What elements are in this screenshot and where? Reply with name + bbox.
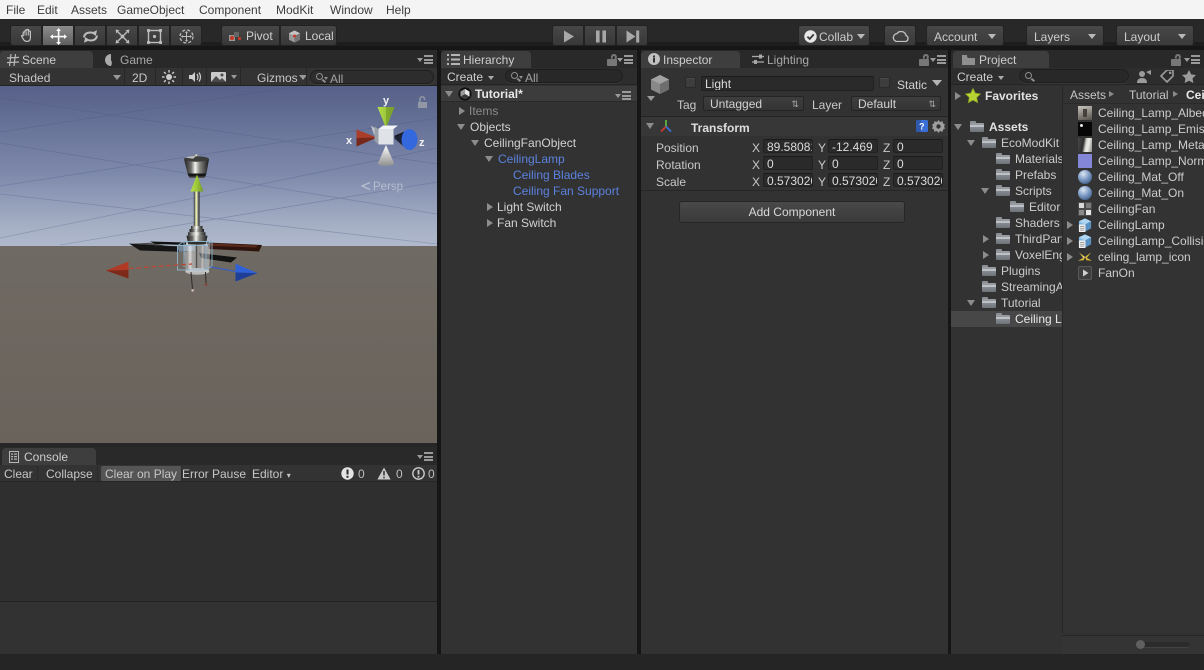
svg-text:z: z xyxy=(419,137,425,149)
svg-text:y: y xyxy=(383,95,390,107)
svg-text:x: x xyxy=(346,135,353,147)
svg-text:?: ? xyxy=(919,122,925,132)
svg-text:Persp: Persp xyxy=(373,181,403,193)
